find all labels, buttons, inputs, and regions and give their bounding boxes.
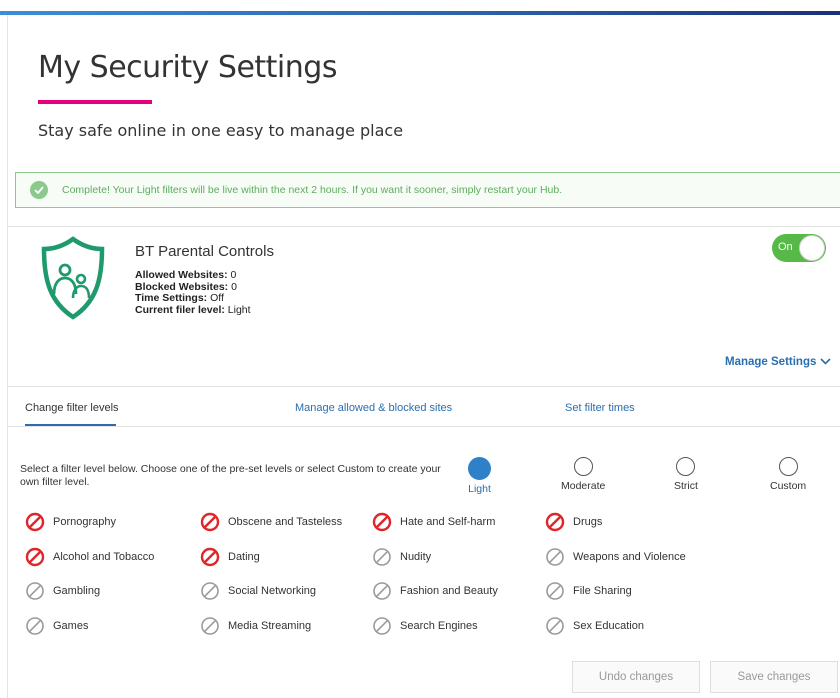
blocked-icon	[25, 547, 45, 567]
filter-level-label: Custom	[770, 480, 807, 492]
allowed-icon	[25, 616, 45, 636]
top-accent-bar	[0, 11, 840, 15]
filter-level-label: Moderate	[561, 480, 606, 492]
filter-category-label: Hate and Self-harm	[400, 516, 496, 528]
tabs-top-divider	[8, 386, 840, 387]
toggle-label: On	[778, 241, 793, 253]
filter-level-moderate[interactable]: Moderate	[561, 457, 605, 492]
filter-category-label: Pornography	[53, 516, 116, 528]
filter-level-light[interactable]: Light	[468, 457, 491, 495]
allowed-icon	[372, 547, 392, 567]
toggle-knob	[799, 235, 825, 261]
radio-icon	[573, 457, 593, 476]
filter-category-label: Games	[53, 620, 89, 632]
success-banner: Complete! Your Light filters will be liv…	[15, 172, 840, 208]
filter-category-item[interactable]: Sex Education	[545, 616, 644, 636]
filter-category-label: Nudity	[400, 551, 432, 563]
save-changes-button[interactable]: Save changes	[710, 661, 838, 693]
filter-level-custom[interactable]: Custom	[770, 457, 806, 492]
filter-category-item[interactable]: Hate and Self-harm	[372, 512, 495, 532]
filter-category-item[interactable]: Obscene and Tasteless	[200, 512, 342, 532]
filter-category-label: File Sharing	[573, 585, 632, 597]
filter-category-item[interactable]: Nudity	[372, 547, 431, 567]
manage-settings-link[interactable]: Manage Settings	[725, 356, 831, 368]
title-accent-line	[38, 100, 152, 104]
tabs-bottom-divider	[8, 426, 840, 427]
filter-category-label: Weapons and Violence	[573, 551, 686, 563]
section-divider	[8, 226, 840, 227]
allowed-icon	[25, 581, 45, 601]
allowed-icon	[545, 616, 565, 636]
allowed-icon	[545, 581, 565, 601]
filter-category-label: Dating	[228, 551, 260, 563]
radio-icon	[676, 457, 696, 476]
tab-label: Manage allowed & blocked sites	[295, 402, 453, 414]
allowed-icon	[545, 547, 565, 567]
filter-category-item[interactable]: Social Networking	[200, 581, 316, 601]
blocked-icon	[200, 512, 220, 532]
allowed-icon	[372, 581, 392, 601]
page-title: My Security Settings	[38, 50, 337, 85]
parental-controls-title: BT Parental Controls	[135, 243, 274, 260]
manage-settings-label: Manage Settings	[725, 356, 817, 368]
left-border	[7, 15, 8, 698]
blocked-icon	[372, 512, 392, 532]
filter-category-item[interactable]: Pornography	[25, 512, 116, 532]
parental-controls-stats: Allowed Websites: 0 Blocked Websites: 0 …	[135, 269, 251, 316]
tab-label: Change filter levels	[25, 402, 119, 414]
filter-category-label: Obscene and Tasteless	[228, 516, 343, 528]
filter-level-label: Strict	[674, 480, 698, 492]
tab-label: Set filter times	[565, 402, 635, 414]
filter-category-label: Sex Education	[573, 620, 644, 632]
chevron-down-icon	[820, 356, 831, 368]
radio-icon	[778, 457, 798, 476]
filter-category-label: Gambling	[53, 585, 101, 597]
stat-current-filter-level: Current filer level: Light	[135, 303, 251, 316]
filter-category-item[interactable]: File Sharing	[545, 581, 632, 601]
blocked-icon	[200, 547, 220, 567]
filter-category-label: Alcohol and Tobacco	[53, 551, 155, 563]
filter-level-label: Light	[468, 483, 491, 495]
filter-category-label: Media Streaming	[228, 620, 312, 632]
allowed-icon	[372, 616, 392, 636]
shield-family-icon	[40, 236, 106, 325]
parental-controls-toggle[interactable]: On	[772, 234, 826, 262]
filter-level-strict[interactable]: Strict	[674, 457, 698, 492]
filter-category-item[interactable]: Fashion and Beauty	[372, 581, 498, 601]
filter-category-item[interactable]: Media Streaming	[200, 616, 311, 636]
filter-category-item[interactable]: Drugs	[545, 512, 602, 532]
blocked-icon	[25, 512, 45, 532]
radio-selected-icon	[468, 457, 491, 480]
page-subtitle: Stay safe online in one easy to manage p…	[38, 121, 404, 140]
blocked-icon	[545, 512, 565, 532]
tab-change-filter-levels[interactable]: Change filter levels	[25, 402, 119, 427]
check-circle-icon	[30, 181, 48, 199]
filter-category-item[interactable]: Search Engines	[372, 616, 478, 636]
filter-category-item[interactable]: Games	[25, 616, 88, 636]
filter-instructions: Select a filter level below. Choose one …	[20, 463, 441, 488]
filter-category-item[interactable]: Dating	[200, 547, 260, 567]
tab-set-filter-times[interactable]: Set filter times	[565, 402, 635, 414]
filter-category-item[interactable]: Weapons and Violence	[545, 547, 686, 567]
filter-category-label: Drugs	[573, 516, 603, 528]
tab-manage-allowed-blocked-sites[interactable]: Manage allowed & blocked sites	[295, 402, 452, 414]
allowed-icon	[200, 616, 220, 636]
filter-category-item[interactable]: Gambling	[25, 581, 100, 601]
filter-category-item[interactable]: Alcohol and Tobacco	[25, 547, 154, 567]
success-message: Complete! Your Light filters will be liv…	[62, 184, 563, 196]
allowed-icon	[200, 581, 220, 601]
filter-category-label: Fashion and Beauty	[400, 585, 498, 597]
filter-category-label: Search Engines	[400, 620, 478, 632]
filter-category-label: Social Networking	[228, 585, 317, 597]
undo-changes-button[interactable]: Undo changes	[572, 661, 700, 693]
